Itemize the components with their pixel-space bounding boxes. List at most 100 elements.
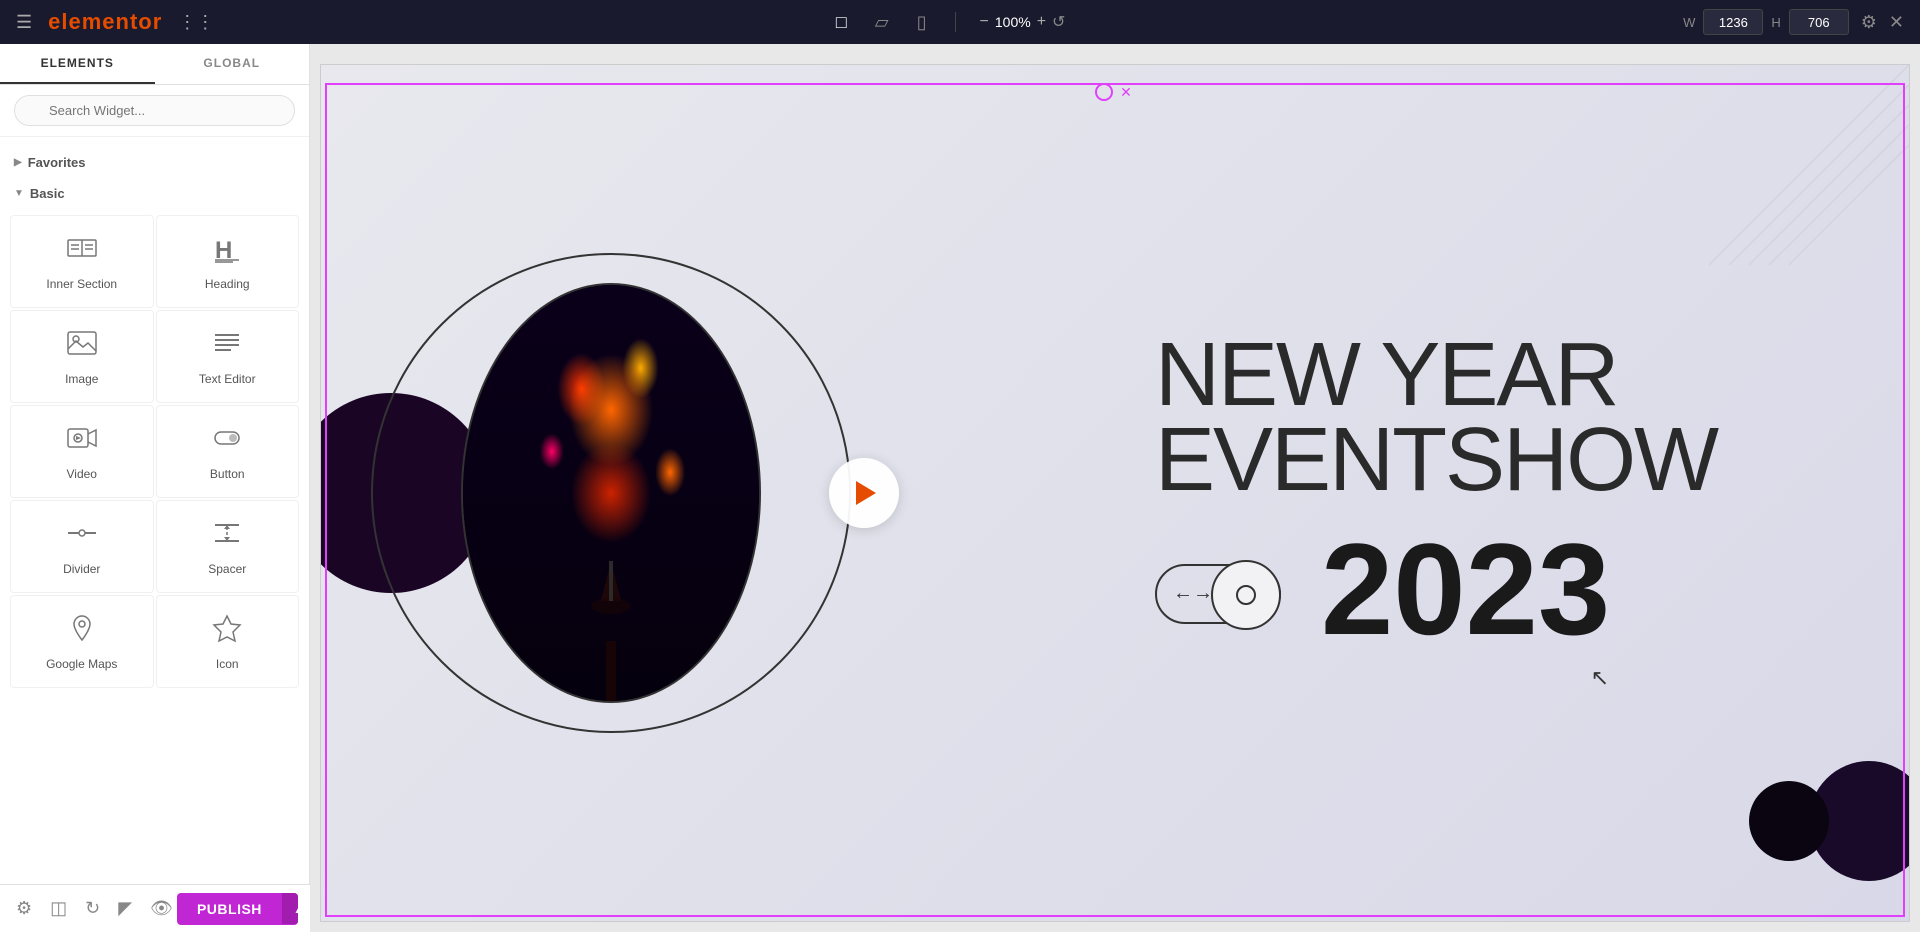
widget-video[interactable]: Video	[10, 405, 154, 498]
hero-section	[321, 65, 1242, 921]
tab-elements[interactable]: ELEMENTS	[0, 44, 155, 84]
elementor-logo: elementor	[48, 9, 162, 35]
favorites-arrow-icon: ▶	[14, 157, 22, 168]
widget-icon[interactable]: Icon	[156, 595, 300, 688]
button-label: Button	[210, 467, 245, 481]
grid-apps-icon[interactable]: ⋮⋮	[178, 12, 214, 33]
toolbar-right: W H ⚙ ✕	[1683, 9, 1904, 35]
heading-icon: H	[211, 232, 243, 269]
canvas-frame: ✕	[320, 64, 1910, 922]
handle-close[interactable]: ✕	[1117, 83, 1135, 101]
circle-frame	[371, 253, 851, 733]
widget-spacer[interactable]: Spacer	[156, 500, 300, 593]
search-bar: 🔍	[0, 85, 309, 137]
toolbar-left: ☰ elementor ⋮⋮	[16, 9, 214, 35]
widget-image[interactable]: Image	[10, 310, 154, 403]
google-maps-label: Google Maps	[46, 657, 117, 671]
play-button[interactable]	[829, 458, 899, 528]
preview-icon[interactable]: 👁	[146, 894, 177, 923]
spacer-icon	[211, 517, 243, 554]
zoom-out-button[interactable]: −	[980, 13, 989, 31]
fireworks-image	[461, 283, 761, 703]
widget-divider[interactable]: Divider	[10, 500, 154, 593]
image-label: Image	[65, 372, 98, 386]
divider-icon	[66, 517, 98, 554]
zoom-control: − 100% + ↺	[980, 12, 1066, 32]
tablet-device-icon[interactable]: ▱	[871, 8, 893, 37]
slider-thumb[interactable]	[1211, 560, 1281, 630]
publish-arrow-icon[interactable]: ▲	[282, 893, 298, 924]
slider-arrow-left-icon: ←	[1173, 582, 1193, 605]
basic-label: Basic	[30, 186, 65, 201]
event-title: NEW YEAR EVENTSHOW	[1155, 333, 1717, 504]
toolbar-center: □ ▱ ▯ − 100% + ↺	[832, 8, 1066, 37]
basic-arrow-icon: ▼	[14, 188, 24, 199]
category-basic[interactable]: ▼ Basic	[0, 178, 309, 209]
event-title-line2: EVENTSHOW	[1155, 418, 1717, 504]
hero-text-section: NEW YEAR EVENTSHOW ← → 2023	[1115, 65, 1909, 921]
sidebar-tabs: ELEMENTS GLOBAL	[0, 44, 309, 85]
main-layout: ELEMENTS GLOBAL 🔍 ▶ Favorites ▼ Basic	[0, 44, 1920, 932]
category-favorites[interactable]: ▶ Favorites	[0, 147, 309, 178]
publish-button[interactable]: PUBLISH ▲	[177, 893, 298, 925]
favorites-label: Favorites	[28, 155, 86, 170]
width-label: W	[1683, 15, 1695, 30]
slider-row: ← → 2023	[1155, 534, 1610, 654]
inner-section-label: Inner Section	[46, 277, 117, 291]
layers-icon[interactable]: ◫	[46, 894, 71, 923]
year-text: 2023	[1321, 524, 1610, 654]
height-label: H	[1771, 15, 1780, 30]
toolbar-divider	[955, 12, 956, 32]
event-title-line1: NEW YEAR	[1155, 333, 1717, 419]
slider-arrow-right-icon: →	[1193, 582, 1213, 605]
zoom-value: 100%	[995, 14, 1031, 30]
video-icon	[66, 422, 98, 459]
icon-icon	[211, 612, 243, 649]
canvas-area[interactable]: ✕	[310, 44, 1920, 932]
inner-section-icon	[66, 232, 98, 269]
tab-global[interactable]: GLOBAL	[155, 44, 310, 84]
maps-icon	[66, 612, 98, 649]
handle-dot-left[interactable]	[1095, 83, 1113, 101]
search-input[interactable]	[14, 95, 295, 126]
responsive-icon[interactable]: ◤	[114, 894, 136, 923]
widgets-grid: Inner Section H Heading	[0, 209, 309, 694]
reset-zoom-icon[interactable]: ↺	[1052, 12, 1065, 32]
hamburger-menu-icon[interactable]: ☰	[16, 12, 32, 33]
bottom-icons: ⚙ ◫ ↻ ◤ 👁	[12, 894, 177, 923]
widget-heading[interactable]: H Heading	[156, 215, 300, 308]
text-editor-icon	[211, 327, 243, 364]
heading-label: Heading	[205, 277, 250, 291]
icon-label: Icon	[216, 657, 239, 671]
slider-thumb-dot	[1236, 585, 1256, 605]
button-icon	[211, 422, 243, 459]
width-input[interactable]	[1703, 9, 1763, 35]
play-triangle-icon	[856, 481, 876, 505]
publish-label: PUBLISH	[177, 893, 282, 925]
zoom-in-button[interactable]: +	[1037, 13, 1046, 31]
history-icon[interactable]: ↻	[81, 894, 104, 923]
text-editor-label: Text Editor	[199, 372, 256, 386]
canvas-content: ✕	[321, 65, 1909, 921]
spacer-label: Spacer	[208, 562, 246, 576]
widget-inner-section[interactable]: Inner Section	[10, 215, 154, 308]
sidebar-content: ▶ Favorites ▼ Basic	[0, 137, 309, 932]
settings-icon[interactable]: ⚙	[1861, 12, 1877, 33]
search-wrapper: 🔍	[14, 95, 295, 126]
bottom-bar: ⚙ ◫ ↻ ◤ 👁 PUBLISH ▲	[0, 884, 310, 932]
close-editor-icon[interactable]: ✕	[1889, 12, 1904, 33]
widget-button[interactable]: Button	[156, 405, 300, 498]
space-needle-svg	[571, 501, 651, 701]
desktop-device-icon[interactable]: □	[832, 8, 851, 37]
top-toolbar: ☰ elementor ⋮⋮ □ ▱ ▯ − 100% + ↺ W H ⚙ ✕	[0, 0, 1920, 44]
height-input[interactable]	[1789, 9, 1849, 35]
widget-text-editor[interactable]: Text Editor	[156, 310, 300, 403]
slider-track[interactable]: ← →	[1155, 564, 1281, 624]
settings-bottom-icon[interactable]: ⚙	[12, 894, 36, 923]
widget-google-maps[interactable]: Google Maps	[10, 595, 154, 688]
divider-label: Divider	[63, 562, 100, 576]
selection-handles-top: ✕	[1095, 83, 1135, 101]
video-label: Video	[67, 467, 97, 481]
orb-medium-decoration	[1749, 781, 1829, 861]
mobile-device-icon[interactable]: ▯	[913, 8, 931, 37]
